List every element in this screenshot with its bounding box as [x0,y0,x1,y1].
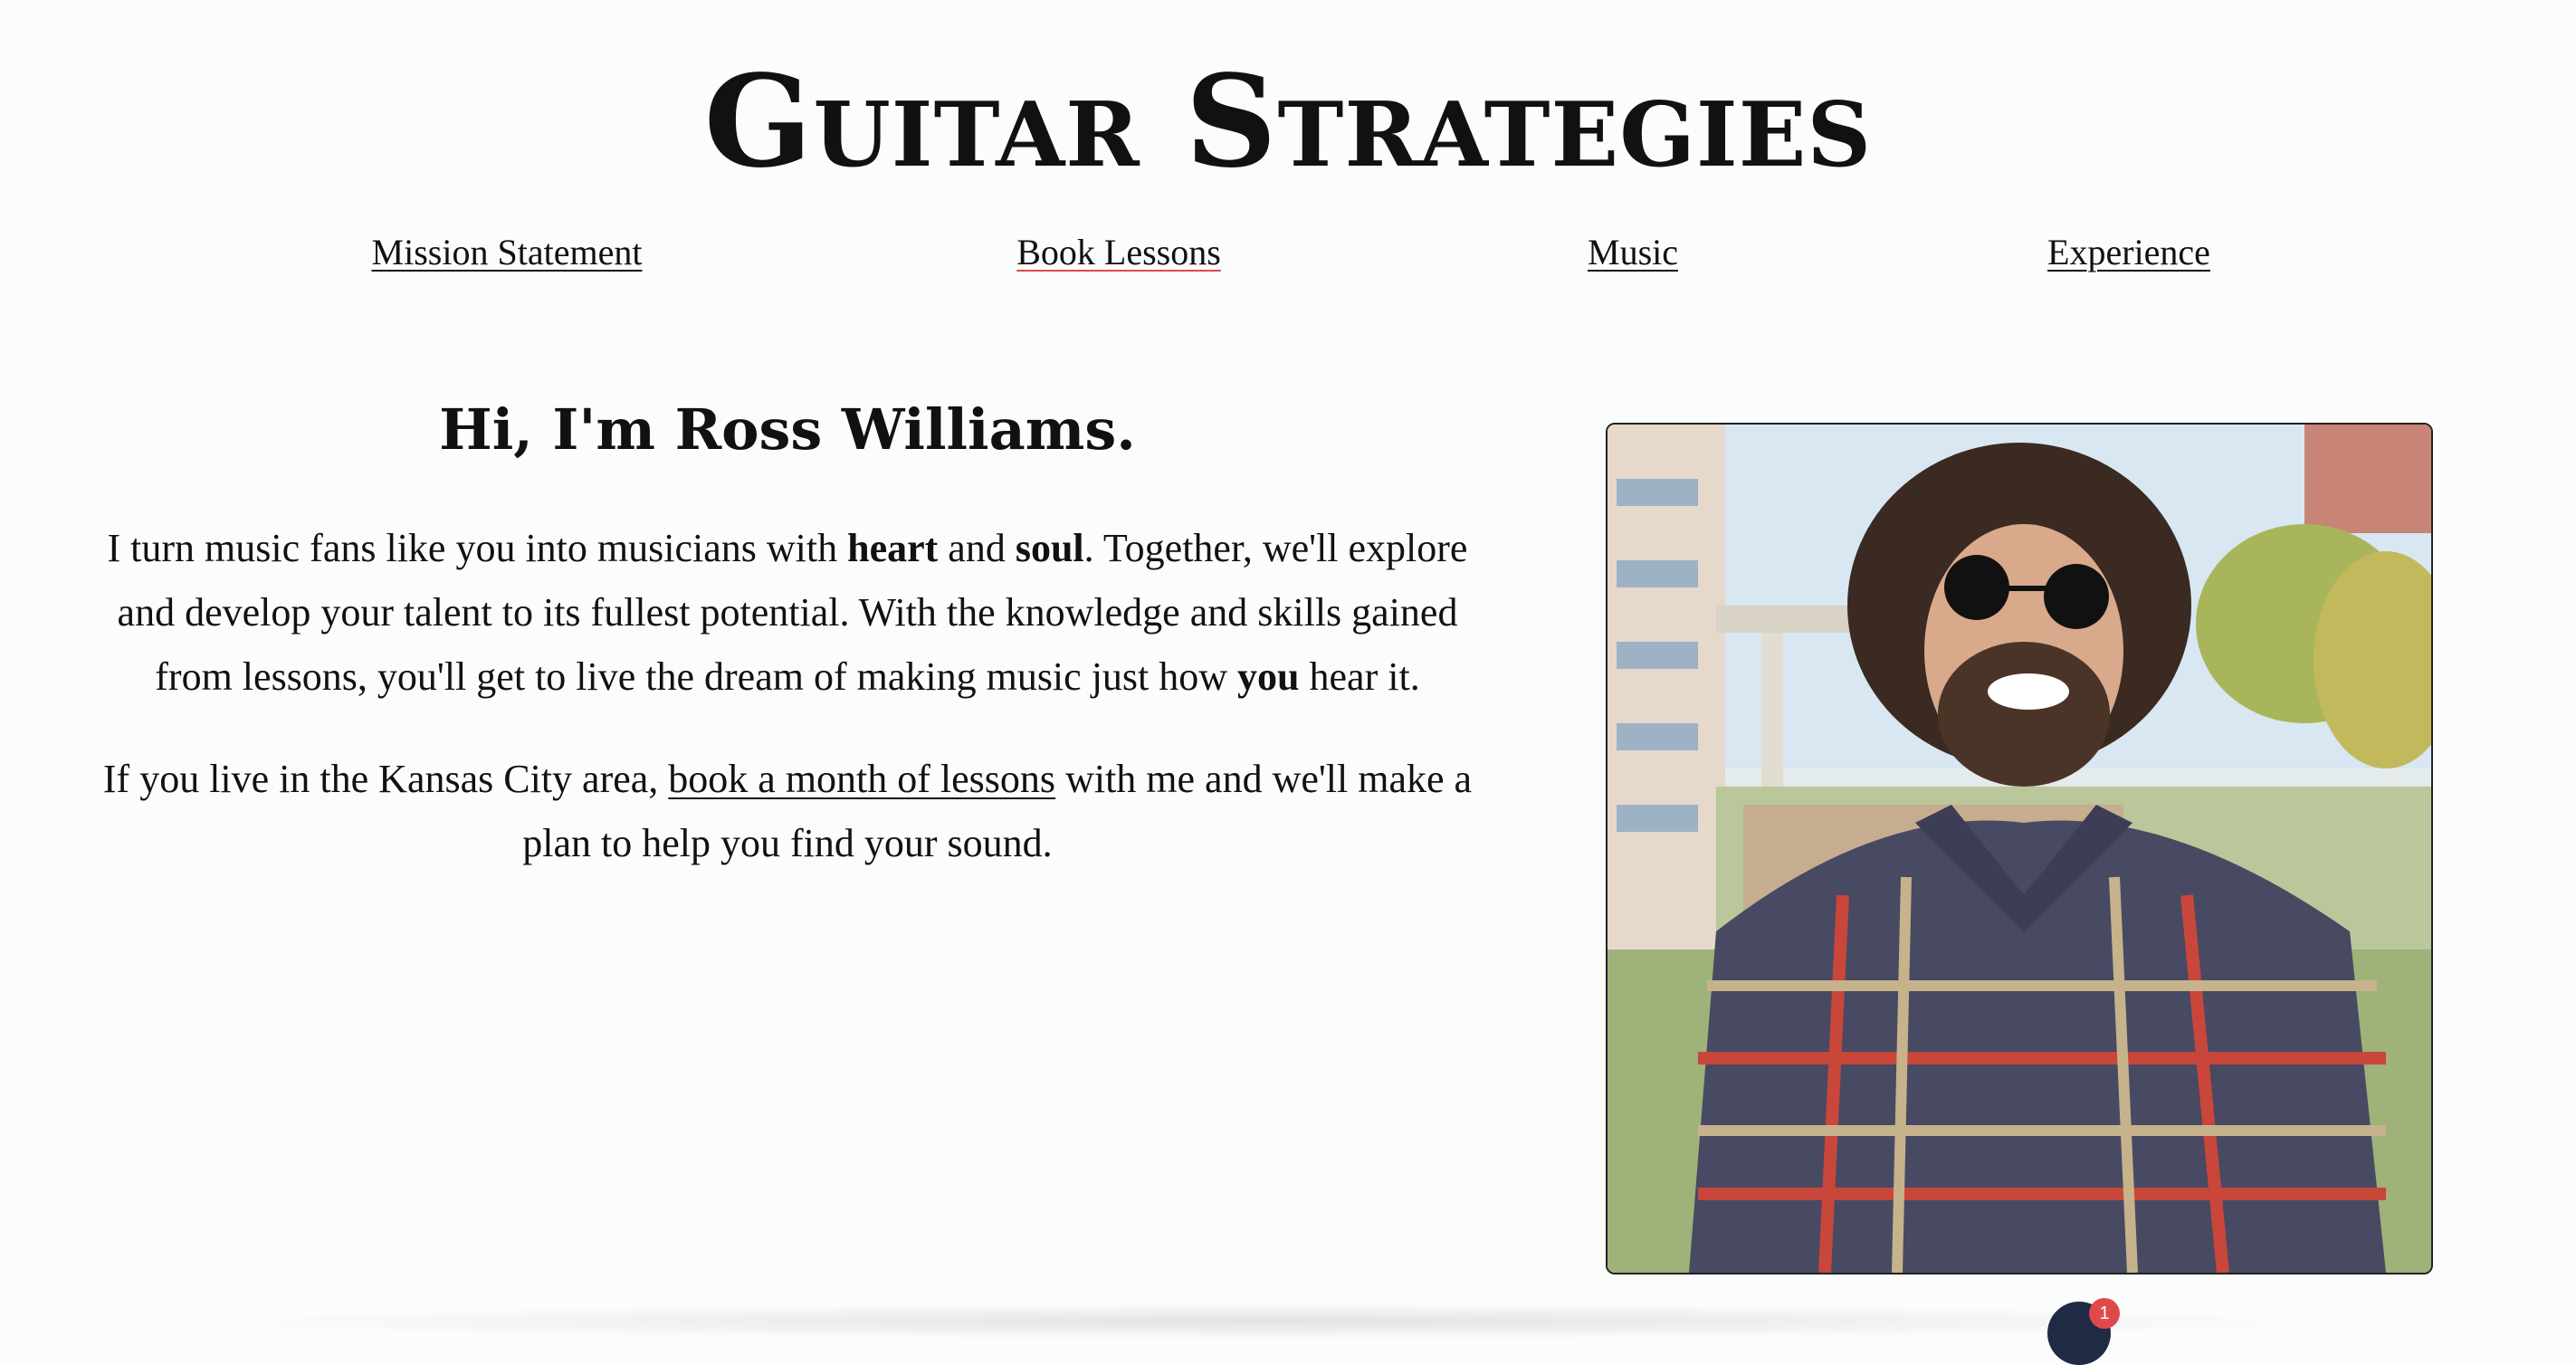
site-title: Guitar Strategies [703,48,1873,196]
nav-experience[interactable]: Experience [2047,231,2210,273]
main-nav: Mission Statement Book Lessons Music Exp… [0,231,2576,285]
emphasis-heart: heart [847,526,939,570]
intro-text: and [938,526,1016,570]
emphasis-soul: soul [1015,526,1084,570]
nav-book-lessons[interactable]: Book Lessons [1016,231,1221,273]
emphasis-you: you [1237,654,1300,699]
bottom-shadow [181,1303,2353,1340]
intro-heading: Hi, I'm Ross Williams. [439,396,1136,463]
chat-notification-badge: 1 [2089,1298,2120,1329]
booking-paragraph: If you live in the Kansas City area, boo… [91,747,1484,875]
intro-paragraph: I turn music fans like you into musician… [91,516,1484,709]
intro-text: I turn music fans like you into musician… [107,526,848,570]
book-lessons-link[interactable]: book a month of lessons [668,757,1055,801]
ross-williams-photo [1606,423,2433,1274]
booking-text: If you live in the Kansas City area, [102,757,669,801]
nav-music[interactable]: Music [1588,231,1678,273]
nav-mission-statement[interactable]: Mission Statement [372,231,643,273]
intro-text: hear it. [1299,654,1420,699]
portrait-image [1608,425,2431,1273]
intro-section: Hi, I'm Ross Williams. I turn music fans… [91,380,1484,913]
